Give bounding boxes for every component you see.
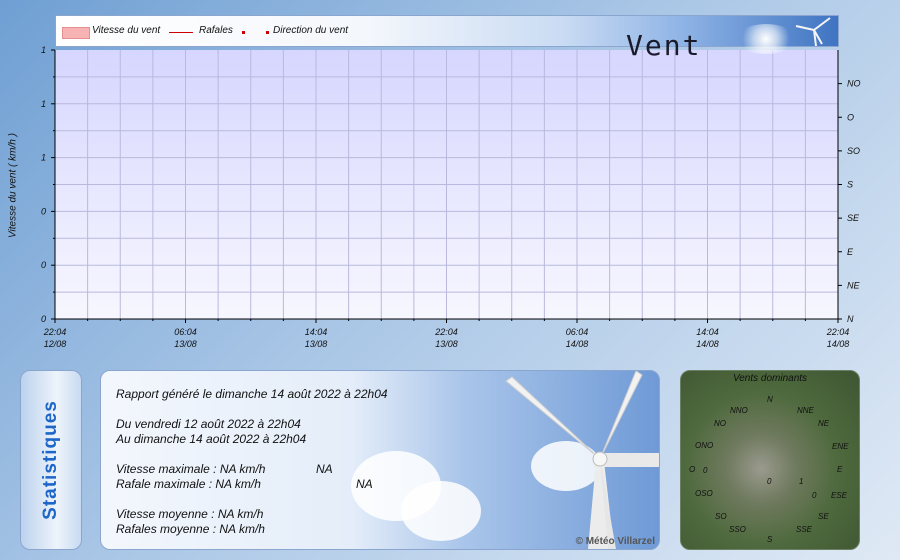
statistics-label: Statistiques [40, 400, 61, 520]
y-tick-label: 0 [41, 260, 46, 270]
x-tick-date: 13/08 [435, 339, 458, 349]
direction-tick-label: NO [847, 79, 861, 89]
direction-tick-label: S [847, 180, 853, 190]
x-tick-date: 14/08 [696, 339, 719, 349]
page-title: Vent [626, 29, 702, 62]
statistics-tab: Statistiques [20, 370, 82, 550]
dir-label: O [689, 465, 696, 474]
max-speed: Vitesse maximale : NA km/h [116, 462, 266, 476]
dir-label: SSO [729, 525, 746, 534]
dir-label: ENE [832, 442, 849, 451]
wind-turbine-icon [505, 371, 659, 549]
dir-label: S [767, 535, 773, 544]
x-tick-date: 12/08 [44, 339, 67, 349]
dir-value: 0 [703, 466, 708, 475]
report-panel: Rapport généré le dimanche 14 août 2022 … [100, 370, 660, 550]
report-to: Au dimanche 14 août 2022 à 22h04 [116, 432, 307, 446]
y-tick-label: 0 [41, 206, 46, 216]
direction-tick-label: O [847, 112, 854, 122]
legend-gusts: Rafales [199, 25, 233, 36]
x-tick-time: 06:04 [174, 327, 197, 337]
direction-tick-label: SE [847, 213, 860, 223]
dir-label: SSE [796, 525, 813, 534]
x-tick-time: 22:04 [434, 327, 458, 337]
direction-tick-label: NE [847, 280, 860, 290]
sun-decoration [736, 24, 796, 54]
dir-value: 0 [767, 477, 772, 486]
x-tick-time: 06:04 [566, 327, 589, 337]
x-tick-time: 14:04 [305, 327, 328, 337]
x-tick-date: 14/08 [566, 339, 589, 349]
y-axis-label: Vitesse du vent ( km/h ) [7, 133, 19, 238]
dir-label: ESE [831, 491, 848, 500]
dominant-winds-panel: Vents dominants N NNE NE ENE E ESE SE SS… [680, 370, 860, 550]
dir-value: 1 [799, 477, 804, 486]
wind-speed-swatch [62, 27, 90, 39]
wind-turbine-icon [795, 17, 831, 46]
dir-label: NE [818, 419, 830, 428]
x-tick-date: 13/08 [305, 339, 328, 349]
max-gust-extra: NA [356, 477, 373, 491]
cloud-decoration [401, 481, 481, 541]
dir-label: NO [714, 419, 726, 428]
gusts-swatch [169, 32, 193, 33]
legend-wind-speed: Vitesse du vent [92, 25, 161, 36]
dir-label: OSO [695, 489, 713, 498]
y-tick-label: 1 [41, 99, 46, 109]
dir-label: SE [818, 512, 829, 521]
direction-tick-label: SO [847, 146, 860, 156]
dir-label: ONO [695, 441, 714, 450]
max-gust: Rafale maximale : NA km/h [116, 477, 261, 491]
x-tick-time: 22:04 [826, 327, 850, 337]
x-tick-date: 14/08 [827, 339, 850, 349]
dir-value: 0 [812, 491, 817, 500]
x-tick-time: 14:04 [696, 327, 719, 337]
y-tick-label: 1 [41, 45, 46, 55]
dominant-winds-title: Vents dominants [732, 373, 808, 384]
legend-banner: Vitesse du vent Rafales Direction du ven… [55, 15, 839, 62]
max-speed-extra: NA [316, 462, 333, 476]
direction-swatch [242, 31, 245, 34]
dir-label: NNO [730, 406, 748, 415]
direction-tick-label: N [847, 314, 854, 324]
report-from: Du vendredi 12 août 2022 à 22h04 [116, 417, 301, 431]
wind-chart: 0 0 0 1 1 1 N NE E SE S SO O NO 22:04 12/08 06:04 13/08 14… [41, 45, 861, 349]
copyright: © Météo Villarzel [575, 536, 655, 547]
avg-speed: Vitesse moyenne : NA km/h [116, 507, 264, 521]
legend-direction: Direction du vent [273, 25, 349, 36]
dir-label: N [767, 395, 773, 404]
dir-label: NNE [797, 406, 814, 415]
dir-label: SO [715, 512, 727, 521]
dir-label: E [837, 465, 843, 474]
x-tick-date: 13/08 [174, 339, 197, 349]
report-generated: Rapport généré le dimanche 14 août 2022 … [116, 387, 388, 401]
direction-tick-label: E [847, 247, 854, 257]
avg-gust: Rafales moyenne : NA km/h [116, 522, 265, 536]
x-tick-time: 22:04 [43, 327, 67, 337]
direction-swatch-2 [266, 31, 269, 34]
y-tick-label: 0 [41, 314, 46, 324]
y-tick-label: 1 [41, 153, 46, 163]
